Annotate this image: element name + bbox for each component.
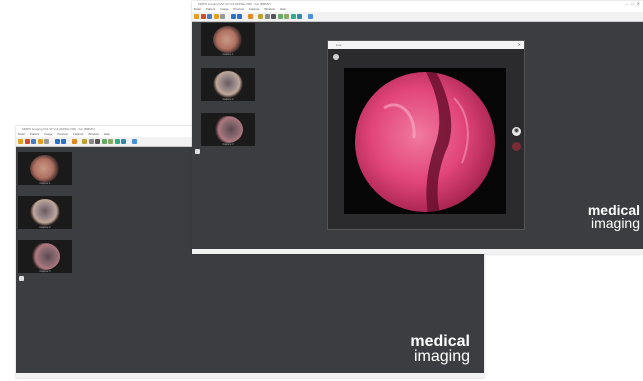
user-icon[interactable] <box>297 14 302 19</box>
camera-icon[interactable]: ◉ <box>512 127 521 136</box>
record-icon[interactable] <box>512 142 521 151</box>
thumbnail-label: Capture 2 <box>39 226 51 229</box>
thumbnail-label: Capture 3 <box>222 143 234 146</box>
endoscope-image <box>213 26 243 53</box>
brand-line-1: medical <box>410 332 470 350</box>
menu-item[interactable]: Window <box>88 132 99 136</box>
tools-icon[interactable] <box>220 14 225 19</box>
settings-icon[interactable] <box>71 139 77 144</box>
image-icon[interactable] <box>277 14 283 19</box>
print-icon[interactable] <box>31 139 36 144</box>
image-icon[interactable] <box>101 139 107 144</box>
video-icon[interactable] <box>237 14 242 19</box>
live-view-dialog: Live ✕ ◉ <box>327 40 525 230</box>
collapse-icon[interactable] <box>195 149 200 154</box>
menu-item[interactable]: Image <box>44 132 52 136</box>
live-view-title: Live <box>336 43 342 47</box>
export-icon[interactable] <box>114 139 120 144</box>
menu-item[interactable]: Preview <box>233 7 244 11</box>
nasal-tissue-image <box>355 72 495 212</box>
menu-item[interactable]: Patient <box>30 132 39 136</box>
grid-icon[interactable] <box>82 139 87 144</box>
brand-line-2: imaging <box>590 215 640 232</box>
camera-icon[interactable] <box>230 14 236 19</box>
thumbnail[interactable]: Capture 3 <box>201 113 255 146</box>
brand-logo: medical imaging <box>588 203 640 232</box>
help-icon[interactable] <box>307 14 313 19</box>
compare-icon[interactable] <box>95 139 100 144</box>
menu-item[interactable]: Datei <box>194 7 201 11</box>
back-statusbar <box>16 373 484 378</box>
menu-item[interactable]: Preview <box>57 132 68 136</box>
edit-icon[interactable] <box>213 14 219 19</box>
thumbnail[interactable]: Capture 3 <box>18 240 72 273</box>
layout-icon[interactable] <box>284 14 289 19</box>
collapse-icon[interactable] <box>19 276 24 281</box>
print-icon[interactable] <box>207 14 212 19</box>
endoscope-image <box>30 243 60 270</box>
export-icon[interactable] <box>290 14 296 19</box>
endoscope-live-image <box>344 68 506 214</box>
settings-icon[interactable] <box>333 54 339 60</box>
front-statusbar <box>192 249 643 254</box>
thumbnail-label: Capture 1 <box>39 182 51 185</box>
help-icon[interactable] <box>131 139 137 144</box>
menu-item[interactable]: Capture <box>249 7 260 11</box>
menu-item[interactable]: Help <box>280 7 286 11</box>
thumbnail[interactable]: Capture 2 <box>201 68 255 101</box>
live-view-titlebar: Live ✕ <box>328 41 524 49</box>
thumbnail-label: Capture 1 <box>222 53 234 56</box>
edit-icon[interactable] <box>37 139 43 144</box>
thumbnail-label: Capture 3 <box>39 270 51 273</box>
brand-line-2: imaging <box>413 347 470 365</box>
thumbnail-label: Capture 2 <box>222 98 234 101</box>
brand-logo: medical imaging <box>410 332 470 365</box>
menu-item[interactable]: Help <box>104 132 110 136</box>
open-icon[interactable] <box>194 14 199 19</box>
endoscope-image <box>30 199 60 226</box>
compare-icon[interactable] <box>271 14 276 19</box>
window-icon[interactable] <box>264 14 270 19</box>
menu-item[interactable]: Patient <box>206 7 215 11</box>
menu-item[interactable]: Capture <box>73 132 84 136</box>
layout-icon[interactable] <box>108 139 113 144</box>
save-icon[interactable] <box>24 139 30 144</box>
window-icon[interactable] <box>88 139 94 144</box>
camera-icon[interactable] <box>54 139 60 144</box>
menu-item[interactable]: Image <box>220 7 228 11</box>
settings-icon[interactable] <box>247 14 253 19</box>
endoscope-image <box>30 155 60 182</box>
video-icon[interactable] <box>61 139 66 144</box>
front-app-window: MMPS Imaging DVI 30 Volt [WPRH-006] - ba… <box>192 1 643 254</box>
user-icon[interactable] <box>121 139 126 144</box>
front-toolbar <box>192 12 643 22</box>
thumbnail[interactable]: Capture 2 <box>18 196 72 229</box>
endoscope-image <box>213 116 243 143</box>
save-icon[interactable] <box>200 14 206 19</box>
thumbnail[interactable]: Capture 1 <box>201 23 255 56</box>
thumbnail[interactable]: Capture 1 <box>18 152 72 185</box>
menu-item[interactable]: Datei <box>18 132 25 136</box>
endoscope-image <box>213 71 243 98</box>
tools-icon[interactable] <box>44 139 49 144</box>
grid-icon[interactable] <box>258 14 263 19</box>
open-icon[interactable] <box>18 139 23 144</box>
menu-item[interactable]: Window <box>264 7 275 11</box>
close-icon[interactable]: ✕ <box>518 41 521 49</box>
